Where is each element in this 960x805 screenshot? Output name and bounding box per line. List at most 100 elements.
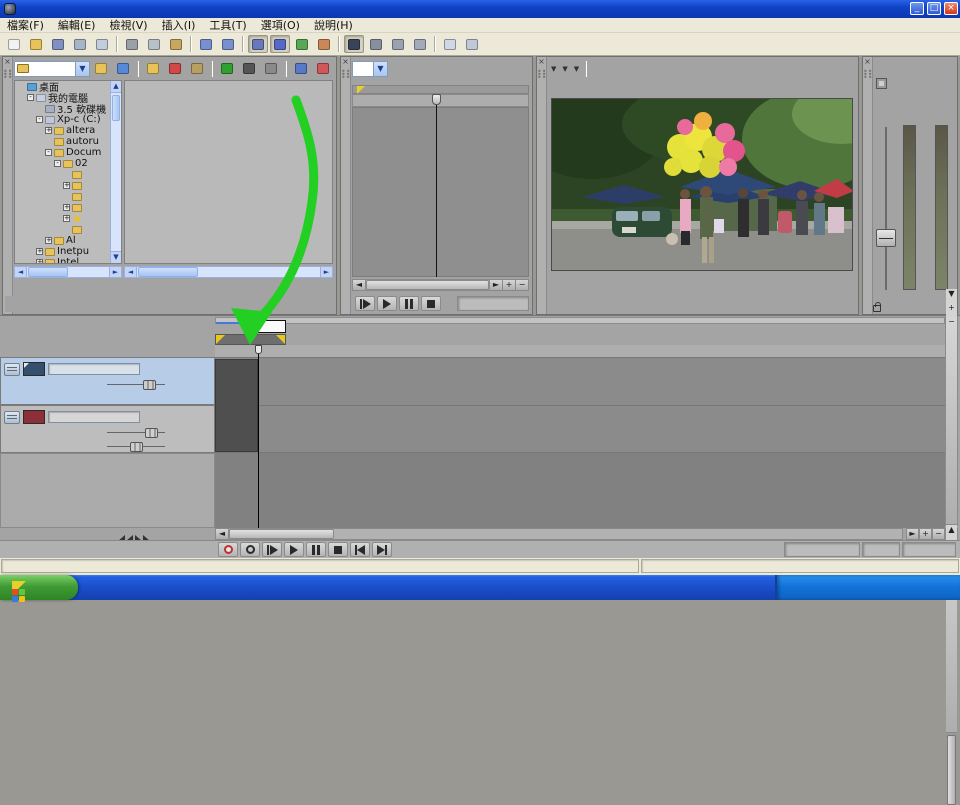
maximize-button[interactable]: □: [927, 2, 941, 15]
chevron-down-icon[interactable]: ▼: [551, 65, 556, 73]
scroll-left-icon[interactable]: ◄: [353, 280, 366, 290]
track-grip-icon[interactable]: [4, 363, 20, 376]
tree-item[interactable]: [15, 224, 121, 235]
record-button[interactable]: [218, 542, 238, 557]
scroll-right-icon[interactable]: ►: [320, 267, 332, 277]
zoom-edit-tool-icon[interactable]: [410, 35, 430, 53]
render-as-icon[interactable]: [70, 35, 90, 53]
close-button[interactable]: ×: [944, 2, 958, 15]
chevron-down-icon[interactable]: ▼: [562, 65, 567, 73]
start-preview-icon[interactable]: [217, 60, 237, 78]
tree-item[interactable]: -Docum: [15, 147, 121, 158]
start-button[interactable]: [0, 575, 78, 600]
play-from-start-button[interactable]: [355, 296, 375, 311]
tree-item[interactable]: +: [15, 202, 121, 213]
get-media-icon[interactable]: [313, 60, 333, 78]
play-button[interactable]: [284, 542, 304, 557]
timeline-vertical-scrollbar[interactable]: P ▲ ▼ + −: [945, 316, 958, 526]
edit-cursor[interactable]: [258, 345, 259, 528]
menu-item[interactable]: 插入(I): [155, 17, 203, 33]
minimize-button[interactable]: _: [910, 2, 924, 15]
auto-preview-icon[interactable]: [261, 60, 281, 78]
trimmer-timecode[interactable]: [457, 296, 529, 311]
menu-item[interactable]: 說明(H): [307, 17, 360, 33]
size-slider[interactable]: [107, 380, 165, 390]
loop-start-handle[interactable]: [216, 335, 225, 344]
menu-item[interactable]: 選項(O): [254, 17, 307, 33]
tree-vertical-scrollbar[interactable]: ▲ ▼: [110, 80, 122, 264]
properties-icon[interactable]: [92, 35, 112, 53]
tree-item[interactable]: [15, 169, 121, 180]
tree-item[interactable]: [15, 191, 121, 202]
new-project-icon[interactable]: [4, 35, 24, 53]
whats-this-help-icon[interactable]: [462, 35, 482, 53]
envelope-edit-tool-icon[interactable]: [366, 35, 386, 53]
undo-icon[interactable]: [196, 35, 216, 53]
open-icon[interactable]: [26, 35, 46, 53]
loop-end-handle[interactable]: [276, 335, 285, 344]
menu-item[interactable]: 編輯(E): [51, 17, 103, 33]
track-number[interactable]: [23, 410, 45, 424]
cursor-timecode[interactable]: [784, 542, 860, 557]
lock-icon[interactable]: [873, 305, 881, 312]
chevron-down-icon[interactable]: ▼: [373, 62, 387, 76]
scroll-up-icon[interactable]: ▲: [111, 81, 121, 93]
scroll-left-icon[interactable]: ◄: [216, 529, 229, 539]
auto-ripple-icon[interactable]: [270, 35, 290, 53]
timeline-ruler[interactable]: [215, 345, 945, 358]
trimmer-cursor[interactable]: [436, 94, 437, 277]
track2-lane[interactable]: [215, 406, 945, 453]
new-folder-icon[interactable]: [143, 60, 163, 78]
close-pane-icon[interactable]: ×: [3, 57, 12, 66]
tree-item[interactable]: +Al: [15, 235, 121, 246]
folder-icon[interactable]: [187, 60, 207, 78]
menu-item[interactable]: 工具(T): [202, 17, 253, 33]
refresh-icon[interactable]: [113, 60, 133, 78]
delete-icon[interactable]: [165, 60, 185, 78]
interactive-tutorials-icon[interactable]: [440, 35, 460, 53]
timeline-horizontal-scrollbar[interactable]: ◄: [215, 528, 903, 540]
tree-item[interactable]: +: [15, 213, 121, 224]
play-from-start-button[interactable]: [262, 542, 282, 557]
timeline-overview-bar[interactable]: [215, 317, 945, 324]
selection-length-box[interactable]: [862, 542, 900, 557]
zoom-out-icon[interactable]: −: [515, 280, 528, 290]
fader-thumb[interactable]: [876, 229, 896, 247]
close-pane-icon[interactable]: ×: [863, 57, 872, 66]
pane-grip[interactable]: ×••••••: [863, 57, 873, 314]
track-name-field[interactable]: [48, 411, 140, 423]
ignore-grouping-icon[interactable]: [314, 35, 334, 53]
scroll-right-icon[interactable]: ►: [906, 528, 919, 540]
paste-icon[interactable]: [166, 35, 186, 53]
scroll-right-icon[interactable]: ►: [109, 267, 121, 277]
menu-item[interactable]: 檔案(F): [0, 17, 51, 33]
trimmer-scrollbar[interactable]: ◄ ► + −: [352, 279, 529, 291]
close-pane-icon[interactable]: ×: [341, 57, 350, 66]
cut-icon[interactable]: [122, 35, 142, 53]
tree-item[interactable]: +altera: [15, 125, 121, 136]
menu-item[interactable]: 檢視(V): [102, 17, 154, 33]
tree-item[interactable]: autoru: [15, 136, 121, 147]
scroll-down-icon[interactable]: ▼: [111, 251, 121, 263]
video-event-clip[interactable]: [215, 359, 258, 452]
timeline-tracks-area[interactable]: [215, 358, 945, 528]
save-icon[interactable]: [48, 35, 68, 53]
chevron-down-icon[interactable]: ▼: [574, 65, 579, 73]
tree-item[interactable]: 3.5 軟碟機: [15, 103, 121, 114]
zoom-in-icon[interactable]: +: [502, 280, 515, 290]
tree-item[interactable]: +: [15, 180, 121, 191]
track-name-field[interactable]: [48, 363, 140, 375]
loop-playback-button[interactable]: [240, 542, 260, 557]
enable-snapping-icon[interactable]: [248, 35, 268, 53]
pane-grip[interactable]: ×••••••: [537, 57, 547, 314]
media-manager-icon[interactable]: [291, 60, 311, 78]
zoom-in-time-icon[interactable]: +: [919, 528, 932, 540]
stop-button[interactable]: [328, 542, 348, 557]
timeline-big-timecode[interactable]: [0, 320, 212, 348]
lock-envelopes-icon[interactable]: [292, 35, 312, 53]
scroll-left-icon[interactable]: ◄: [15, 267, 27, 277]
trimmer-display-area[interactable]: [352, 107, 529, 277]
normal-edit-tool-icon[interactable]: [344, 35, 364, 53]
volume-slider[interactable]: [107, 428, 165, 438]
loop-region-bar[interactable]: [215, 334, 286, 345]
